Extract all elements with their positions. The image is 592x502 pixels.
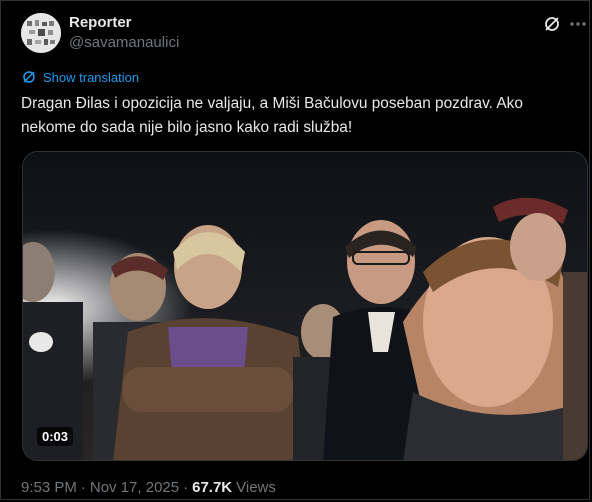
tweet-meta: 9:53 PM · Nov 17, 2025 · 67.7K Views [21, 479, 276, 496]
grok-button[interactable] [541, 13, 563, 35]
show-translation-label: Show translation [43, 69, 140, 85]
author-name[interactable]: Reporter [69, 14, 132, 31]
video-duration: 0:03 [37, 427, 74, 446]
grok-icon [545, 17, 559, 31]
tweet-time[interactable]: 9:53 PM [21, 479, 77, 496]
more-icon [570, 22, 586, 26]
avatar[interactable] [21, 13, 61, 53]
avatar-image [21, 13, 61, 53]
more-button[interactable] [567, 13, 589, 35]
tweet-date[interactable]: Nov 17, 2025 [90, 479, 179, 496]
tweet-card: Reporter @savamanaulici Show translation… [0, 0, 590, 500]
video-player[interactable] [22, 151, 588, 461]
show-translation-link[interactable]: Show translation [21, 69, 139, 85]
views-label: Views [236, 479, 276, 496]
meta-separator: · [183, 479, 189, 496]
views-count: 67.7K [192, 479, 233, 496]
translate-icon [23, 71, 35, 83]
video-thumbnail [23, 152, 587, 460]
meta-separator: · [80, 479, 86, 496]
tweet-text: Dragan Đilas i opozicija ne valjaju, a M… [21, 95, 523, 136]
author-handle[interactable]: @savamanaulici [69, 34, 179, 51]
